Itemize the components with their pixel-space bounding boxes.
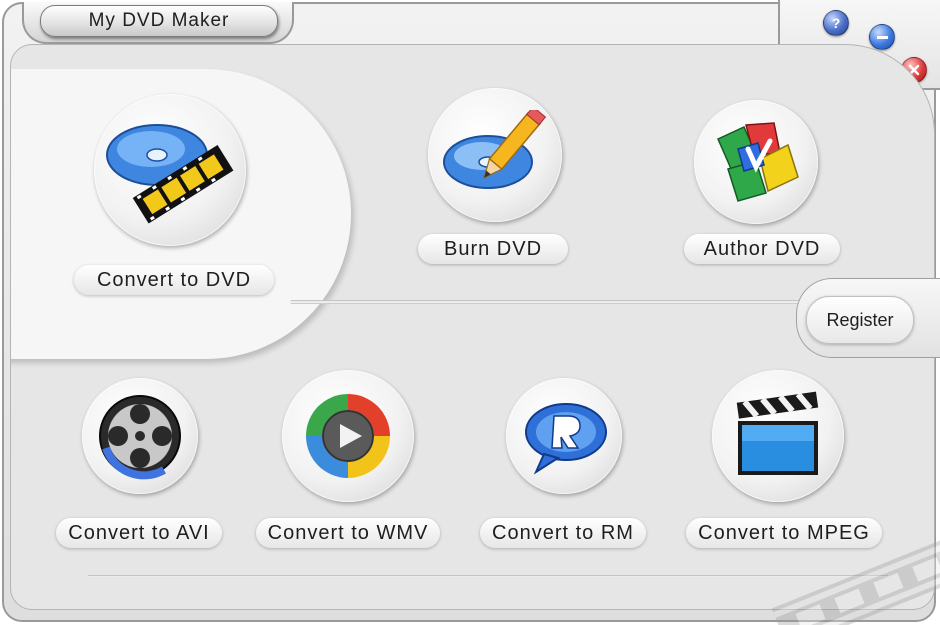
burn-dvd-button[interactable]	[428, 88, 562, 222]
author-blocks-icon	[717, 122, 799, 202]
convert-to-mpeg-button[interactable]	[712, 370, 844, 502]
help-icon: ?	[831, 15, 841, 31]
help-button[interactable]: ?	[823, 10, 849, 36]
convert-to-dvd-label[interactable]: Convert to DVD	[74, 265, 274, 295]
minimize-icon	[876, 35, 888, 39]
convert-to-mpeg-label[interactable]: Convert to MPEG	[686, 518, 882, 548]
author-dvd-button[interactable]	[694, 100, 818, 224]
film-strip-decoration	[771, 540, 940, 625]
convert-to-dvd-button[interactable]	[94, 94, 246, 246]
convert-to-wmv-button[interactable]	[282, 370, 414, 502]
burn-dvd-label[interactable]: Burn DVD	[418, 234, 568, 264]
media-player-icon	[306, 394, 390, 478]
disc-pencil-icon	[443, 110, 547, 189]
convert-to-wmv-label[interactable]: Convert to WMV	[256, 518, 440, 548]
app-window: My DVD Maker ? Convert to DVD Burn DVD A…	[0, 0, 940, 625]
convert-to-avi-button[interactable]	[82, 378, 198, 494]
window-title: My DVD Maker	[40, 5, 278, 37]
realplayer-icon	[525, 403, 607, 475]
author-dvd-label[interactable]: Author DVD	[684, 234, 840, 264]
dvd-film-icon	[106, 124, 234, 224]
convert-to-avi-label[interactable]: Convert to AVI	[56, 518, 222, 548]
minimize-button[interactable]	[869, 24, 895, 50]
register-button[interactable]: Register	[806, 296, 914, 344]
convert-to-rm-button[interactable]	[506, 378, 622, 494]
convert-to-rm-label[interactable]: Convert to RM	[480, 518, 646, 548]
clapperboard-icon	[736, 391, 819, 475]
film-reel-icon	[99, 395, 181, 480]
